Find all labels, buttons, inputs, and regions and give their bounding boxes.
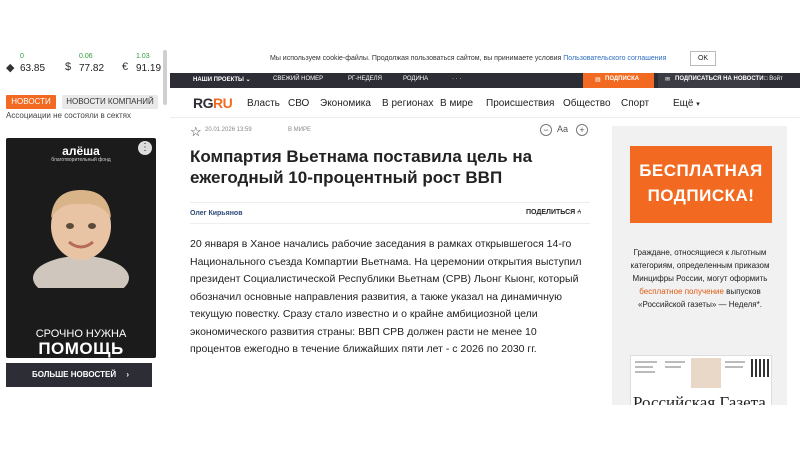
news-subscribe-button[interactable]: ✉ ПОДПИСАТЬСЯ НА НОВОСТИ: [658, 73, 764, 88]
sidebar-scrollbar[interactable]: [163, 50, 167, 105]
ticker-change: 0: [20, 53, 24, 60]
article-lead: 20 января в Ханое начались рабочие засед…: [190, 238, 582, 355]
ticker-value: 63.85: [20, 63, 46, 74]
our-projects-label: НАШИ ПРОЕКТЫ: [193, 77, 244, 83]
cookie-banner: Мы используем cookie-файлы. Продолжая по…: [170, 45, 800, 73]
ad-brand-subtitle: благотворительный фонд: [51, 157, 111, 163]
increase-font-icon[interactable]: +: [576, 124, 588, 136]
ticker-value: 77.82: [79, 63, 105, 74]
free-delivery-link[interactable]: бесплатное получение: [639, 287, 724, 296]
nav-item-incidents[interactable]: Происшествия: [486, 98, 554, 109]
article: ☆ 20.01.2026 13:59 В МИРЕ − Aa + Компарт…: [190, 120, 598, 405]
charity-ad[interactable]: алёша благотворительный фонд ⋮ СРОЧНО НУ…: [6, 138, 156, 358]
logo-ru: RU: [213, 95, 233, 111]
subscription-promo[interactable]: БЕСПЛАТНАЯ ПОДПИСКА! Граждане, относящие…: [612, 126, 787, 406]
login-button[interactable]: □ Войт: [764, 76, 783, 82]
logo-rg: RG: [193, 95, 214, 111]
article-headline: Компартия Вьетнама поставила цель на еже…: [190, 147, 533, 187]
cookie-text: Мы используем cookie-файлы. Продолжая по…: [270, 55, 666, 62]
user-icon: □: [764, 76, 768, 82]
rg-week-link[interactable]: РГ-НЕДЕЛЯ: [348, 76, 382, 82]
main-navigation: RGRU Власть СВО Экономика В регионах В м…: [170, 90, 800, 118]
share-button[interactable]: ПОДЕЛИТЬСЯ ⑃: [526, 209, 581, 216]
font-size-label: Aa: [557, 124, 569, 134]
more-projects-dots[interactable]: · · ·: [452, 76, 461, 82]
page-bottom-blank: [0, 405, 800, 450]
nav-item-society[interactable]: Общество: [563, 98, 611, 109]
chevron-right-icon: ›: [126, 370, 129, 379]
promo-corner-decoration: [630, 212, 641, 223]
nav-more-menu[interactable]: Ещё ▾: [673, 98, 700, 109]
ad-brand: алёша: [62, 144, 100, 158]
fresh-issue-link[interactable]: СВЕЖИЙ НОМЕР: [273, 76, 323, 82]
nav-item-sport[interactable]: Спорт: [621, 98, 649, 109]
cookie-message: Мы используем cookie-файлы. Продолжая по…: [270, 55, 562, 62]
oil-drop-icon: ◆: [6, 62, 15, 74]
tab-company-news[interactable]: НОВОСТИ КОМПАНИЙ: [62, 95, 158, 109]
ad-help-text: ПОМОЩЬ: [38, 339, 124, 358]
more-news-button[interactable]: БОЛЬШЕ НОВОСТЕЙ ›: [6, 363, 152, 387]
bookmark-star-icon[interactable]: ☆: [190, 124, 202, 140]
decrease-font-icon[interactable]: −: [540, 124, 552, 136]
tab-news[interactable]: НОВОСТИ: [6, 95, 56, 109]
subscribe-button[interactable]: ▤ ПОДПИСКА: [583, 73, 654, 88]
share-icon: ⑃: [577, 209, 582, 216]
cookie-ok-button[interactable]: OK: [690, 51, 716, 66]
user-agreement-link[interactable]: Пользовательского соглашения: [563, 55, 666, 62]
nav-item-svo[interactable]: СВО: [288, 98, 309, 109]
newspaper-icon: ▤: [595, 77, 601, 83]
share-label: ПОДЕЛИТЬСЯ: [526, 209, 576, 216]
our-projects-menu[interactable]: НАШИ ПРОЕКТЫ ⌄: [193, 76, 251, 83]
nav-item-regions[interactable]: В регионах: [382, 98, 433, 109]
divider: [190, 202, 590, 203]
ticker-change: 1.03: [136, 53, 150, 60]
ticker-change: 0.06: [79, 53, 93, 60]
nav-more-label: Ещё: [673, 98, 694, 109]
rg-logo[interactable]: RGRU: [193, 95, 233, 111]
promo-text-part: Граждане, относящиеся к льготным категор…: [630, 248, 770, 283]
more-options-icon[interactable]: ⋮: [138, 141, 152, 155]
caret-down-icon: ▾: [696, 101, 700, 108]
newspaper-image: Российская Газета: [630, 355, 772, 406]
nav-item-power[interactable]: Власть: [247, 98, 280, 109]
article-author[interactable]: Олег Кирьянов: [190, 210, 243, 217]
euro-icon: €: [122, 61, 129, 73]
mail-icon: ✉: [665, 77, 671, 83]
ticker-value: 91.19: [136, 63, 162, 74]
nav-item-world[interactable]: В мире: [440, 98, 473, 109]
child-photo: [31, 178, 131, 288]
login-label: Войт: [769, 76, 783, 82]
news-subscribe-label: ПОДПИСАТЬСЯ НА НОВОСТИ: [675, 76, 764, 82]
promo-title: БЕСПЛАТНАЯ ПОДПИСКА!: [639, 161, 763, 205]
more-news-label: БОЛЬШЕ НОВОСТЕЙ: [32, 370, 117, 379]
article-rubric[interactable]: В МИРЕ: [288, 127, 311, 133]
divider: [190, 223, 590, 224]
truncated-news-item[interactable]: Ассоциации не состояли в сектях: [6, 112, 164, 121]
article-date: 20.01.2026 13:59: [205, 127, 252, 133]
nav-item-economy[interactable]: Экономика: [320, 98, 371, 109]
promo-text: Граждане, относящиеся к льготным категор…: [620, 246, 780, 311]
top-navigation: НАШИ ПРОЕКТЫ ⌄ СВЕЖИЙ НОМЕР РГ-НЕДЕЛЯ РО…: [170, 73, 800, 88]
subscribe-label: ПОДПИСКА: [605, 76, 640, 82]
chevron-down-icon: ⌄: [245, 77, 251, 83]
rodina-link[interactable]: РОДИНА: [403, 76, 428, 82]
dollar-icon: $: [65, 61, 72, 73]
